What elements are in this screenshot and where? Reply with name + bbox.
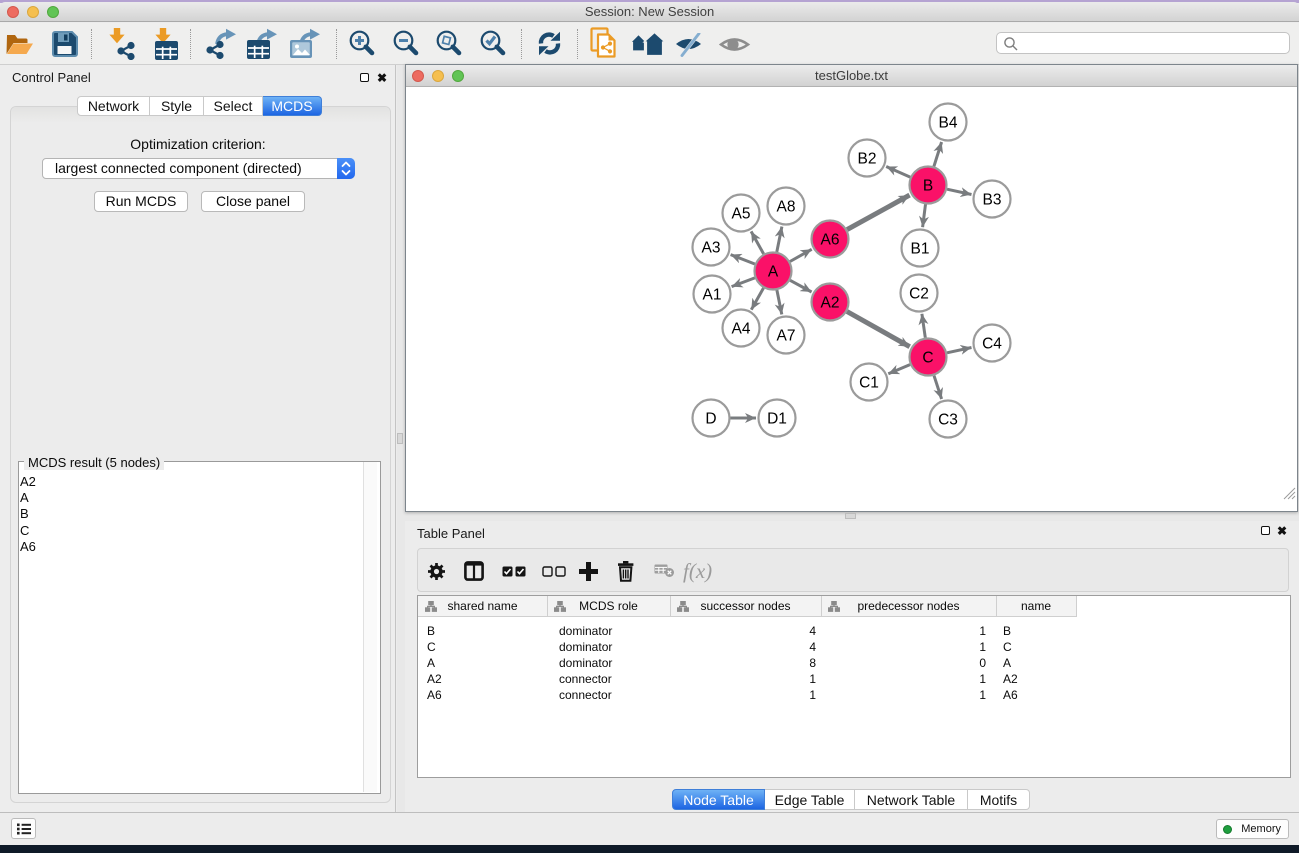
svg-text:B2: B2: [858, 151, 877, 168]
svg-text:A7: A7: [777, 328, 796, 345]
svg-text:C4: C4: [982, 336, 1002, 353]
svg-text:C3: C3: [938, 412, 958, 429]
svg-text:C1: C1: [859, 375, 879, 392]
svg-text:A3: A3: [702, 240, 721, 257]
svg-text:A6: A6: [821, 232, 840, 249]
svg-text:B: B: [923, 178, 933, 195]
svg-text:B4: B4: [939, 115, 958, 132]
svg-text:B1: B1: [911, 241, 930, 258]
svg-text:B3: B3: [983, 192, 1002, 209]
svg-text:D1: D1: [767, 411, 787, 428]
svg-text:A8: A8: [777, 199, 796, 216]
svg-text:A5: A5: [732, 206, 751, 223]
svg-text:A2: A2: [821, 295, 840, 312]
svg-text:C: C: [922, 350, 933, 367]
svg-text:f(x): f(x): [683, 559, 712, 583]
svg-text:C2: C2: [909, 286, 929, 303]
svg-text:A1: A1: [703, 287, 722, 304]
svg-text:A: A: [768, 264, 779, 281]
svg-text:D: D: [705, 411, 716, 428]
svg-text:A4: A4: [732, 321, 751, 338]
